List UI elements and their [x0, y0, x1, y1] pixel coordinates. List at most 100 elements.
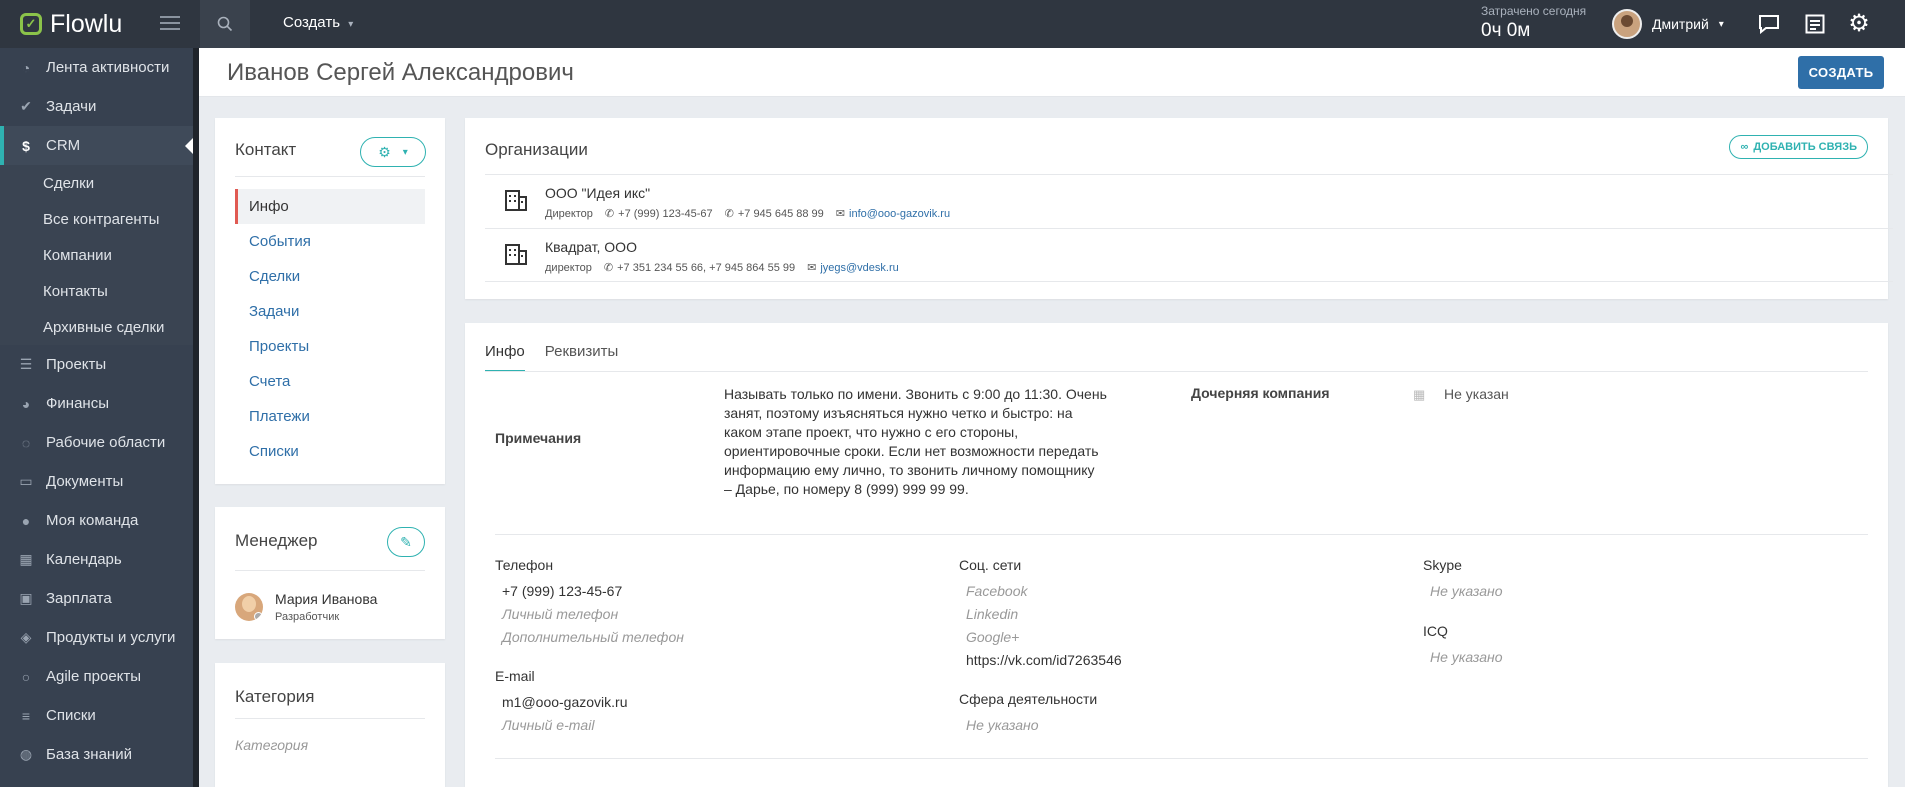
sphere-field[interactable]: Не указано [966, 717, 1039, 733]
projects-icon: ☰ [19, 356, 33, 372]
notes-line: каком этапе проект, что нужно с его стор… [724, 424, 1019, 440]
time-spent-label: Затрачено сегодня [1481, 4, 1587, 18]
notes-icon[interactable] [1803, 12, 1827, 36]
category-field[interactable]: Категория [235, 737, 308, 753]
sidebar-item-workspaces[interactable]: ◌ Рабочие области [0, 423, 193, 462]
tab-requisites[interactable]: Реквизиты [545, 343, 619, 372]
sidebar-sub-label: Все контрагенты [43, 210, 160, 228]
org-name[interactable]: ООО "Идея икс" [545, 185, 650, 201]
category-card: Категория Категория [215, 663, 445, 787]
mail-icon: ✉ [835, 208, 846, 220]
page-header: Иванов Сергей Александрович СОЗДАТЬ [199, 48, 1905, 97]
icq-field[interactable]: Не указано [1430, 649, 1503, 665]
contact-nav-tasks[interactable]: Задачи [235, 294, 425, 329]
sidebar-item-label: Рабочие области [46, 434, 166, 451]
org-row[interactable]: ООО "Идея икс" Директор ✆ +7 (999) 123-45… [485, 174, 1893, 228]
org-details: Директор ✆ +7 (999) 123-45-67 ✆ +7 945 645… [545, 207, 950, 221]
sidebar-item-agile[interactable]: ○ Agile проекты [0, 657, 193, 696]
org-email[interactable]: jyegs@vdesk.ru [820, 262, 898, 274]
manager-card: Менеджер ✎ Мария Иванова Разработчик [215, 507, 445, 639]
linkedin-field[interactable]: Linkedin [966, 606, 1018, 622]
sidebar-item-label: Проекты [46, 356, 107, 373]
org-phone: +7 351 234 55 66, +7 945 864 55 99 [617, 261, 796, 274]
globe-icon: ◍ [19, 746, 33, 762]
sidebar-item-knowledge[interactable]: ◍ База знаний [0, 735, 193, 774]
list-icon: ≡ [21, 707, 31, 724]
email-value[interactable]: m1@ooo-gazovik.ru [502, 694, 628, 710]
contact-nav-deals[interactable]: Сделки [235, 259, 425, 294]
contact-nav-lists[interactable]: Списки [235, 434, 425, 469]
notes-text[interactable]: Называть только по имени. Звонить с 9:00… [724, 385, 1107, 499]
sidebar-item-crm[interactable]: $ CRM [0, 126, 193, 165]
building-icon: ▦ [1413, 387, 1426, 402]
extra-phone-field[interactable]: Дополнительный телефон [502, 629, 684, 645]
icq-label: ICQ [1423, 623, 1448, 639]
vk-link[interactable]: https://vk.com/id7263546 [966, 652, 1122, 668]
subsidiary-value[interactable]: Не указан [1444, 386, 1509, 402]
divider [235, 718, 425, 719]
contact-nav-payments[interactable]: Платежи [235, 399, 425, 434]
link-icon: ∞ [1740, 141, 1749, 153]
manager-name[interactable]: Мария Иванова [275, 591, 377, 607]
sidebar-item-label: Календарь [46, 551, 122, 568]
subsidiary-label: Дочерняя компания [1191, 385, 1330, 401]
chat-icon[interactable] [1757, 12, 1781, 36]
search-button[interactable] [200, 0, 250, 48]
contact-nav-invoices[interactable]: Счета [235, 364, 425, 399]
contact-nav-projects[interactable]: Проекты [235, 329, 425, 364]
notes-line: информацию ему лично, то звонить личному… [724, 462, 1095, 478]
sidebar-item-salary[interactable]: ▣ Зарплата [0, 579, 193, 618]
sidebar-item-activity[interactable]: ◔ Лента активности [0, 48, 193, 87]
edit-manager-button[interactable]: ✎ [387, 527, 425, 557]
contact-nav: Инфо События Сделки Задачи Проекты Счета… [235, 189, 425, 469]
sidebar-item-label: Финансы [46, 395, 109, 412]
tabs-divider [485, 371, 1868, 372]
sidebar-sub-deals[interactable]: Сделки [0, 165, 193, 201]
settings-gear-icon[interactable]: ⚙ [1847, 12, 1871, 36]
contact-nav-info[interactable]: Инфо [235, 189, 425, 224]
sidebar-item-label: Лента активности [46, 59, 170, 76]
calendar-icon: ▦ [19, 551, 33, 567]
sidebar-sub-companies[interactable]: Компании [0, 237, 193, 273]
team-icon: ● [21, 512, 31, 529]
sidebar-item-tasks[interactable]: ✔ Задачи [0, 87, 193, 126]
facebook-field[interactable]: Facebook [966, 583, 1027, 599]
info-card: Инфо Реквизиты Примечания Называть тольк… [465, 323, 1888, 787]
user-menu[interactable]: Дмитрий ▾ [1612, 9, 1724, 39]
tab-info[interactable]: Инфо [485, 343, 525, 372]
contact-nav-events[interactable]: События [235, 224, 425, 259]
dollar-icon: $ [22, 137, 30, 154]
sidebar-item-documents[interactable]: ▭ Документы [0, 462, 193, 501]
sidebar-item-lists[interactable]: ≡ Списки [0, 696, 193, 735]
box-icon: ◈ [20, 629, 32, 645]
building-icon [505, 190, 527, 211]
sidebar-item-label: Моя команда [46, 512, 139, 529]
add-link-button[interactable]: ∞ ДОБАВИТЬ СВЯЗЬ [1729, 135, 1868, 159]
create-dropdown[interactable]: Создать ▾ [283, 14, 353, 31]
menu-toggle-icon[interactable] [160, 14, 180, 32]
sidebar-edge [193, 48, 199, 787]
sidebar-item-projects[interactable]: ☰ Проекты [0, 345, 193, 384]
sidebar-item-finance[interactable]: ◕ Финансы [0, 384, 193, 423]
manager-avatar [235, 593, 263, 621]
sidebar-item-products[interactable]: ◈ Продукты и услуги [0, 618, 193, 657]
notes-label: Примечания [495, 430, 582, 446]
user-avatar [1612, 9, 1642, 39]
sidebar-item-team[interactable]: ● Моя команда [0, 501, 193, 540]
time-spent[interactable]: Затрачено сегодня 0ч 0м [1481, 4, 1586, 42]
sidebar-item-calendar[interactable]: ▦ Календарь [0, 540, 193, 579]
sidebar-sub-archived-deals[interactable]: Архивные сделки [0, 309, 193, 345]
skype-field[interactable]: Не указано [1430, 583, 1503, 599]
phone-value[interactable]: +7 (999) 123-45-67 [502, 583, 622, 599]
money-icon: ▣ [19, 590, 33, 606]
googleplus-field[interactable]: Google+ [966, 629, 1019, 645]
contact-settings-button[interactable]: ⚙ ▾ [360, 137, 426, 167]
personal-email-field[interactable]: Личный e-mail [502, 717, 594, 733]
org-name[interactable]: Квадрат, ООО [545, 239, 637, 255]
sidebar-sub-all-contractors[interactable]: Все контрагенты [0, 201, 193, 237]
create-button[interactable]: СОЗДАТЬ [1798, 56, 1884, 89]
org-email[interactable]: info@ooo-gazovik.ru [849, 208, 950, 220]
org-row[interactable]: Квадрат, ООО директор ✆ +7 351 234 55 66,… [485, 228, 1893, 282]
personal-phone-field[interactable]: Личный телефон [502, 606, 618, 622]
sidebar-sub-contacts[interactable]: Контакты [0, 273, 193, 309]
